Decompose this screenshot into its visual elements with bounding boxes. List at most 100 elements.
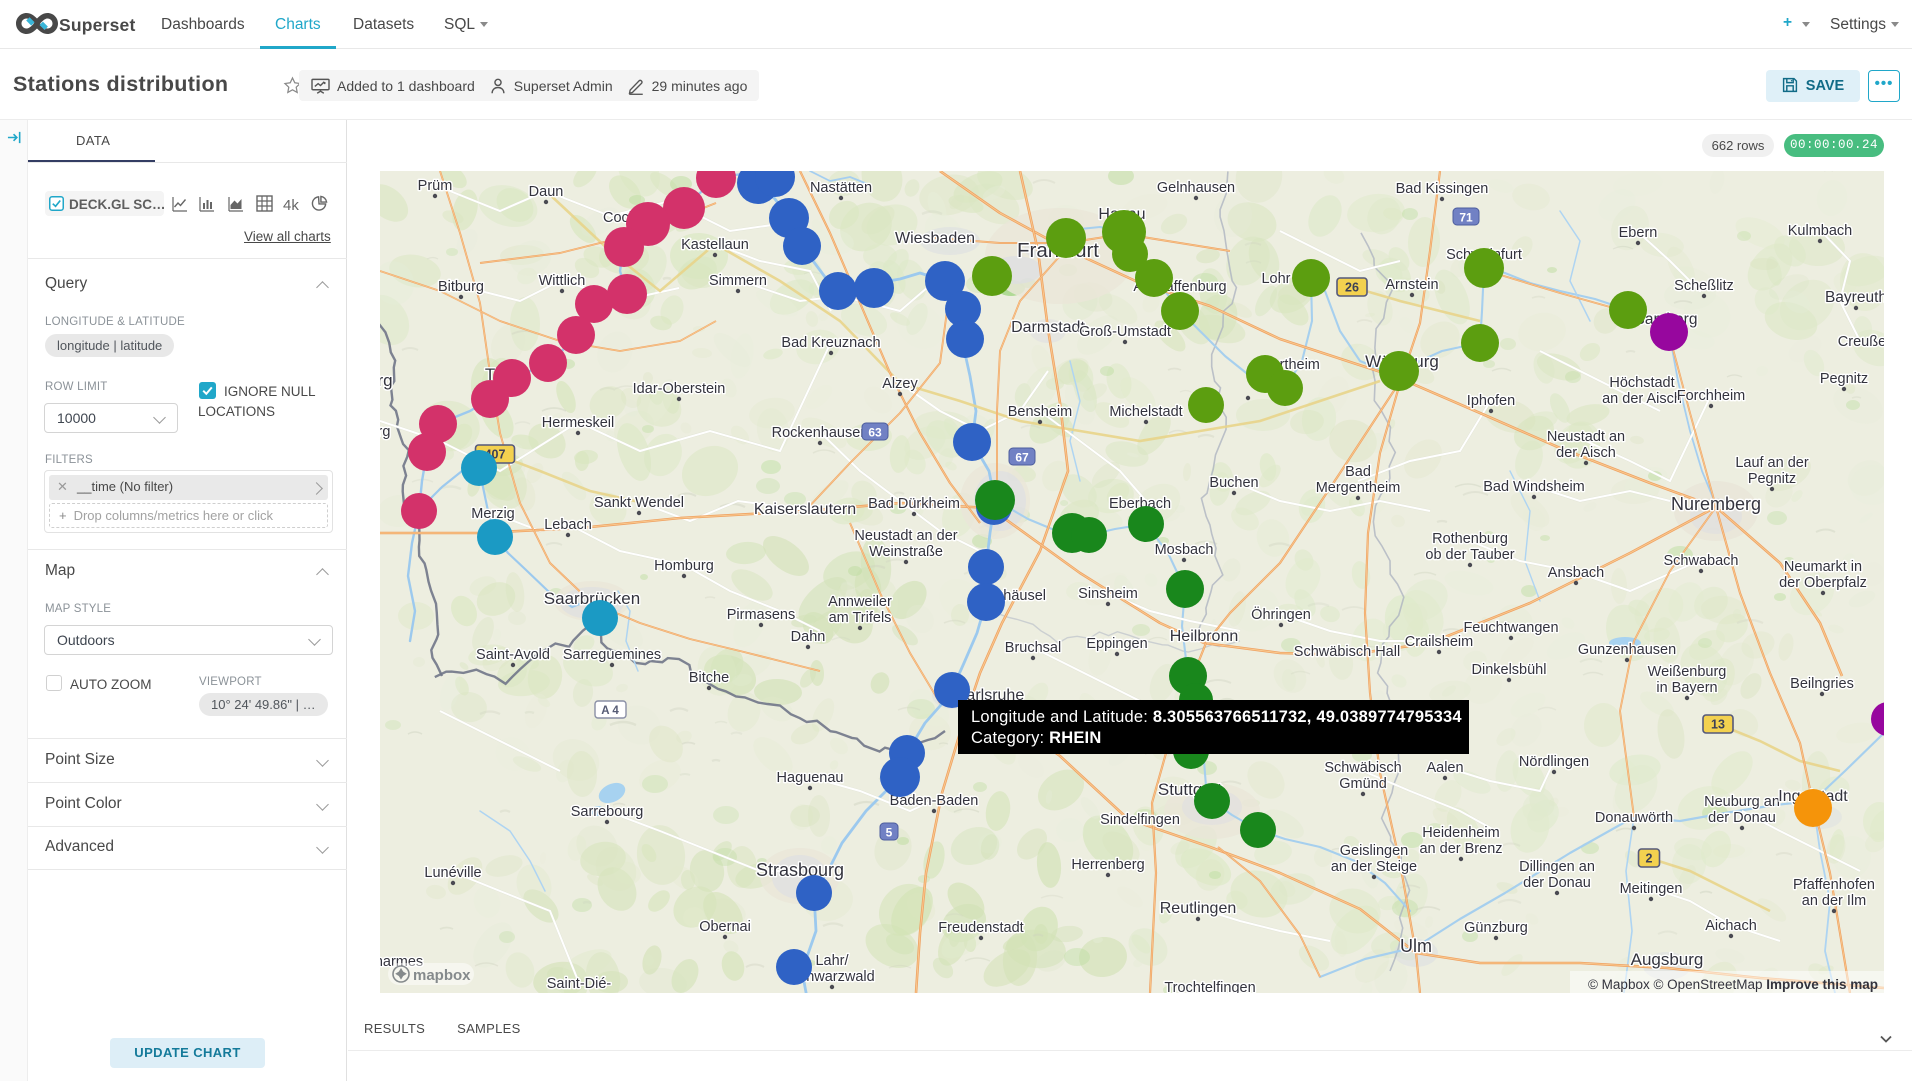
svg-text:Gunzenhausen: Gunzenhausen: [1578, 642, 1676, 658]
svg-text:Bad Kreuznach: Bad Kreuznach: [781, 335, 880, 351]
svg-text:Saint-Dié-: Saint-Dié-: [547, 976, 612, 992]
svg-text:Aalen: Aalen: [1426, 760, 1463, 776]
svg-text:Bitche: Bitche: [689, 670, 729, 686]
svg-text:Ansbach: Ansbach: [1548, 565, 1604, 581]
svg-text:2: 2: [1646, 852, 1653, 866]
svg-text:Bitburg: Bitburg: [438, 279, 484, 295]
svg-text:Annweiler: Annweiler: [828, 594, 892, 610]
svg-text:Michelstadt: Michelstadt: [1109, 404, 1182, 420]
svg-text:Heilbronn: Heilbronn: [1170, 628, 1238, 645]
svg-text:Freudenstadt: Freudenstadt: [938, 920, 1023, 936]
svg-text:Kulmbach: Kulmbach: [1788, 223, 1852, 239]
svg-text:der Donau: der Donau: [1708, 810, 1776, 826]
svg-text:an der Brenz: an der Brenz: [1419, 841, 1502, 857]
svg-text:Rothenburg: Rothenburg: [1432, 531, 1508, 547]
svg-text:ob der Tauber: ob der Tauber: [1425, 547, 1514, 563]
svg-text:Bad: Bad: [1345, 464, 1371, 480]
svg-text:Augsburg: Augsburg: [1631, 950, 1704, 969]
svg-text:Eppingen: Eppingen: [1086, 636, 1147, 652]
svg-text:der Oberpfalz: der Oberpfalz: [1779, 575, 1867, 591]
svg-text:Feuchtwangen: Feuchtwangen: [1463, 620, 1558, 636]
svg-text:Strasbourg: Strasbourg: [756, 860, 844, 880]
svg-text:Pegnitz: Pegnitz: [1820, 371, 1868, 387]
svg-text:Bensheim: Bensheim: [1008, 404, 1072, 420]
svg-text:Pfaffenhofen: Pfaffenhofen: [1793, 877, 1875, 893]
svg-text:Weißenburg: Weißenburg: [1648, 664, 1727, 680]
svg-text:Mergentheim: Mergentheim: [1316, 480, 1401, 496]
svg-text:Idar-Oberstein: Idar-Oberstein: [633, 381, 726, 397]
svg-text:Reutlingen: Reutlingen: [1160, 900, 1237, 917]
svg-text:Prüm: Prüm: [418, 178, 453, 194]
svg-text:Bad Windsheim: Bad Windsheim: [1483, 479, 1585, 495]
svg-text:Meitingen: Meitingen: [1620, 881, 1683, 897]
svg-text:mapbox: mapbox: [413, 967, 471, 984]
svg-text:Sarrebourg: Sarrebourg: [571, 804, 644, 820]
svg-text:Bad Dürkheim: Bad Dürkheim: [868, 496, 960, 512]
svg-text:Heidenheim: Heidenheim: [1422, 825, 1499, 841]
svg-text:Lohr: Lohr: [1261, 271, 1290, 287]
svg-text:Neustadt an: Neustadt an: [1547, 429, 1625, 445]
svg-text:Nördlingen: Nördlingen: [1519, 754, 1589, 770]
svg-text:Günzburg: Günzburg: [1464, 920, 1528, 936]
svg-text:5: 5: [886, 826, 893, 840]
svg-text:Lauf an der: Lauf an der: [1735, 455, 1809, 471]
svg-text:Darmstadt: Darmstadt: [1011, 319, 1085, 336]
svg-text:Bayreuth: Bayreuth: [1825, 289, 1884, 306]
svg-text:Alzey: Alzey: [882, 376, 918, 392]
svg-text:Nastätten: Nastätten: [810, 180, 872, 196]
svg-text:Schwäbisch: Schwäbisch: [1324, 760, 1401, 776]
svg-text:rg: rg: [380, 424, 390, 440]
svg-text:Kastellaun: Kastellaun: [681, 237, 749, 253]
svg-text:der Aisch: der Aisch: [1556, 445, 1616, 461]
svg-text:Ulm: Ulm: [1400, 936, 1432, 956]
svg-text:Simmern: Simmern: [709, 273, 767, 289]
svg-text:Rockenhausen: Rockenhausen: [772, 425, 869, 441]
svg-text:Dinkelsbühl: Dinkelsbühl: [1472, 662, 1547, 678]
svg-text:Donauwörth: Donauwörth: [1595, 810, 1673, 826]
svg-text:Dahn: Dahn: [791, 629, 826, 645]
svg-text:Sinsheim: Sinsheim: [1078, 586, 1138, 602]
svg-text:der Donau: der Donau: [1523, 875, 1591, 891]
svg-text:Neuburg an: Neuburg an: [1704, 794, 1780, 810]
svg-text:© Mapbox © OpenStreetMap Impro: © Mapbox © OpenStreetMap Improve this ma…: [1588, 977, 1878, 992]
svg-text:Creußen: Creußen: [1838, 334, 1884, 350]
svg-text:Sindelfingen: Sindelfingen: [1100, 812, 1180, 828]
svg-text:13: 13: [1711, 718, 1725, 732]
svg-text:rg: rg: [380, 371, 393, 390]
svg-text:26: 26: [1345, 281, 1359, 295]
svg-text:63: 63: [868, 426, 882, 440]
svg-text:an der Ilm: an der Ilm: [1802, 893, 1866, 909]
svg-text:Arnstein: Arnstein: [1385, 277, 1438, 293]
svg-text:am Trifels: am Trifels: [829, 610, 892, 626]
svg-text:Geislingen: Geislingen: [1340, 843, 1409, 859]
svg-text:Groß-Umstadt: Groß-Umstadt: [1079, 324, 1171, 340]
svg-text:Wiesbaden: Wiesbaden: [895, 230, 975, 247]
svg-text:Nuremberg: Nuremberg: [1671, 494, 1761, 514]
svg-text:Crailsheim: Crailsheim: [1405, 634, 1474, 650]
svg-text:Neumarkt in: Neumarkt in: [1784, 559, 1862, 575]
svg-text:Buchen: Buchen: [1209, 475, 1258, 491]
svg-text:Kaiserslautern: Kaiserslautern: [754, 501, 856, 518]
svg-text:Schwäbisch Hall: Schwäbisch Hall: [1294, 644, 1400, 660]
svg-text:Herrenberg: Herrenberg: [1071, 857, 1144, 873]
svg-text:Sarreguemines: Sarreguemines: [563, 647, 661, 663]
svg-text:Lebach: Lebach: [544, 517, 592, 533]
svg-text:Trochtelfingen: Trochtelfingen: [1164, 980, 1255, 993]
svg-text:Bruchsal: Bruchsal: [1005, 640, 1061, 656]
svg-text:Saint-Avold: Saint-Avold: [476, 647, 550, 663]
svg-text:Wittlich: Wittlich: [539, 273, 586, 289]
svg-text:Pirmasens: Pirmasens: [727, 607, 796, 623]
svg-text:Dillingen an: Dillingen an: [1519, 859, 1595, 875]
svg-text:Ebern: Ebern: [1619, 225, 1658, 241]
svg-text:in Bayern: in Bayern: [1656, 680, 1717, 696]
svg-text:Scheßlitz: Scheßlitz: [1674, 278, 1734, 294]
svg-text:Gmünd: Gmünd: [1339, 776, 1387, 792]
svg-text:A 4: A 4: [601, 705, 619, 717]
svg-text:Lahr/: Lahr/: [815, 953, 849, 969]
svg-text:Weinstraße: Weinstraße: [869, 544, 943, 560]
svg-text:an der Steige: an der Steige: [1331, 859, 1417, 875]
svg-text:Pegnitz: Pegnitz: [1748, 471, 1796, 487]
svg-text:Daun: Daun: [529, 184, 564, 200]
svg-text:Bad Kissingen: Bad Kissingen: [1396, 181, 1489, 197]
svg-text:Homburg: Homburg: [654, 558, 714, 574]
